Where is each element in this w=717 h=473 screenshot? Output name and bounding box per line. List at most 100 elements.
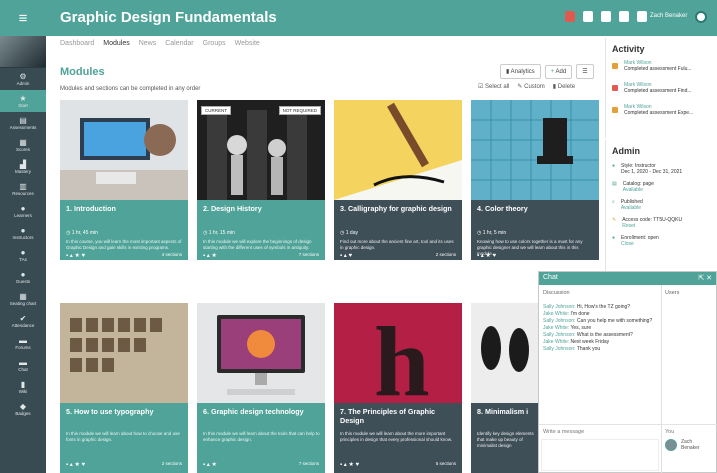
module-description: In this module we will learn about the t… [203,431,320,442]
discussion-label: Discussion [543,290,570,296]
sidebar-item-scores[interactable]: ▦ Scores [0,134,46,156]
admin-row: ✎ Access code: TT5U-QQKU Reset [606,214,717,232]
module-card[interactable]: 8. Minimalism i Identify key design elem… [471,303,538,473]
search-icon[interactable] [637,11,647,22]
module-card[interactable]: h 7. The Principles of Graphic Design In… [334,303,462,473]
admin-value[interactable]: Available [623,187,654,193]
person-icon: ● [612,163,616,169]
tab-modules[interactable]: Modules [103,40,129,47]
add-button[interactable]: + Add [544,64,573,79]
select-all-button[interactable]: ☑ Select all [478,83,509,90]
checklist-icon: ▤ [19,115,27,125]
top-bar: ≡ Graphic Design Fundamentals Zach Benak… [0,0,717,36]
not-required-badge: NOT REQUIRED [278,106,321,115]
admin-value[interactable]: Reset [622,223,682,229]
admin-row: ⌕ Published Available [606,196,717,214]
sidebar-item-start[interactable]: ★ Start [0,90,46,112]
duration-text: 1 hr, 15 min [208,230,235,236]
delete-button[interactable]: ▮ Delete [553,83,575,90]
catalog-icon: ▤ [612,181,617,187]
sidebar-item-forums[interactable]: ▬ Forums [0,332,46,354]
hamburger-icon[interactable]: ≡ [0,0,46,36]
sidebar-item-badges[interactable]: ◆ Badges [0,398,46,420]
sidebar-item-admin[interactable]: ⚙ Admin [0,68,46,90]
notification-icon[interactable] [565,11,575,22]
admin-value[interactable]: Available [621,205,643,211]
tab-news[interactable]: News [139,40,157,47]
svg-text:h: h [374,306,430,403]
pencil-icon [612,107,618,113]
chat-icon: ▬ [19,357,27,367]
module-card[interactable]: CURRENT NOT REQUIRED 2. Design History ◷… [197,100,325,260]
chat-text: Hi, How's the TZ going? [576,304,631,310]
chat-message: Sally Johnson: Hi, How's the TZ going? [543,304,661,311]
person-icon: ● [20,247,26,257]
activity-item[interactable]: Mark Wilson Completed assessment Fulu... [606,58,717,80]
search-icon: ⌕ [612,199,615,205]
module-sections: 2 sections [435,252,456,257]
module-image [197,303,325,403]
chat-header[interactable]: Chat ⇱ ✕ [539,272,716,285]
checkbox-icon: ☑ [478,84,486,90]
sidebar-item-instructors[interactable]: ● Instructors [0,222,46,244]
module-card[interactable]: 3. Calligraphy for graphic design ◷ 1 da… [334,100,462,260]
module-title: 1. Introduction [66,204,116,213]
admin-title: Admin [612,146,640,156]
chat-icon: ▬ [19,335,27,345]
message-textarea[interactable] [541,439,659,471]
menu-button[interactable]: ☰ [576,64,594,79]
tab-website[interactable]: Website [235,40,260,47]
chat-text: What is the assessment? [576,332,633,338]
sidebar-item-tas[interactable]: ● TAs [0,244,46,266]
admin-value[interactable]: Close [621,241,659,247]
calendar-icon[interactable] [619,11,629,22]
chat-input-row: Write a message You [539,424,717,438]
sidebar-item-resources[interactable]: ▥ Resources [0,178,46,200]
chat-sender: Sally Johnson: [543,304,576,310]
mail-icon[interactable] [583,11,593,22]
module-card[interactable]: 4. Color theory ◷ 1 hr, 5 min Knowing ho… [471,100,599,260]
sidebar-item-chat[interactable]: ▬ Chat [0,354,46,376]
module-duration: ◷ 1 hr, 45 min [66,230,98,236]
admin-value: Dec 1, 2020 - Dec 31, 2021 [621,169,683,175]
sidebar-item-seating-chart[interactable]: ▦ Seating chart [0,288,46,310]
chat-text: Thank you [576,346,601,352]
custom-button[interactable]: ✎ Custom [517,83,544,90]
admin-row: ▤ Catalog: page Available [606,178,717,196]
tab-dashboard[interactable]: Dashboard [60,40,94,47]
module-card[interactable]: 6. Graphic design technology In this mod… [197,303,325,473]
module-icons: ▪ ▴ ★ ♥ [66,253,86,259]
sidebar-item-label: Seating chart [9,300,37,306]
sidebar-item-label: Guests [15,278,31,284]
sidebar-item-guests[interactable]: ● Guests [0,266,46,288]
avatar[interactable] [695,11,707,23]
analytics-button[interactable]: ▮ Analytics [500,64,541,79]
activity-item[interactable]: Mark Wilson Completed assessment Expe... [606,102,717,124]
tab-groups[interactable]: Groups [203,40,226,47]
sidebar-item-label: Mastery [14,168,31,174]
user-name[interactable]: Zach Benaker [650,13,687,19]
sidebar-item-label: Start [18,102,28,108]
sidebar-item-attendance[interactable]: ✔ Attendance [0,310,46,332]
page-title: Modules [60,66,105,78]
tab-calendar[interactable]: Calendar [165,40,193,47]
sidebar-item-learners[interactable]: ● Learners [0,200,46,222]
sidebar-item-label: Instructors [12,234,34,240]
modules-toolbar: ▮ Analytics + Add ☰ [500,64,594,79]
activity-item[interactable]: Mark Wilson Completed assessment Find... [606,80,717,102]
module-title: 5. How to use typography [66,407,154,416]
sidebar-item-label: Forums [15,344,31,350]
sidebar-item-mastery[interactable]: ▟ Mastery [0,156,46,178]
activity-desc: Completed assessment Fulu... [624,66,692,72]
chat-message: Sally Johnson: Can you help me with some… [543,318,661,325]
expand-icon[interactable]: ⇱ ✕ [698,274,712,283]
chat-user[interactable]: Zach Benaker [665,439,711,451]
module-card[interactable]: 5. How to use typography In this module … [60,303,188,473]
module-card[interactable]: 1. Introduction ◷ 1 hr, 45 min In this c… [60,100,188,260]
trash-icon[interactable] [601,11,611,22]
sidebar-item-assessments[interactable]: ▤ Assessments [0,112,46,134]
sidebar-item-wiki[interactable]: ▮ Wiki [0,376,46,398]
module-sections: 7 sections [298,252,319,257]
message-input[interactable]: Write a message [543,429,584,435]
module-description: Identify key design elements that make u… [477,431,534,448]
